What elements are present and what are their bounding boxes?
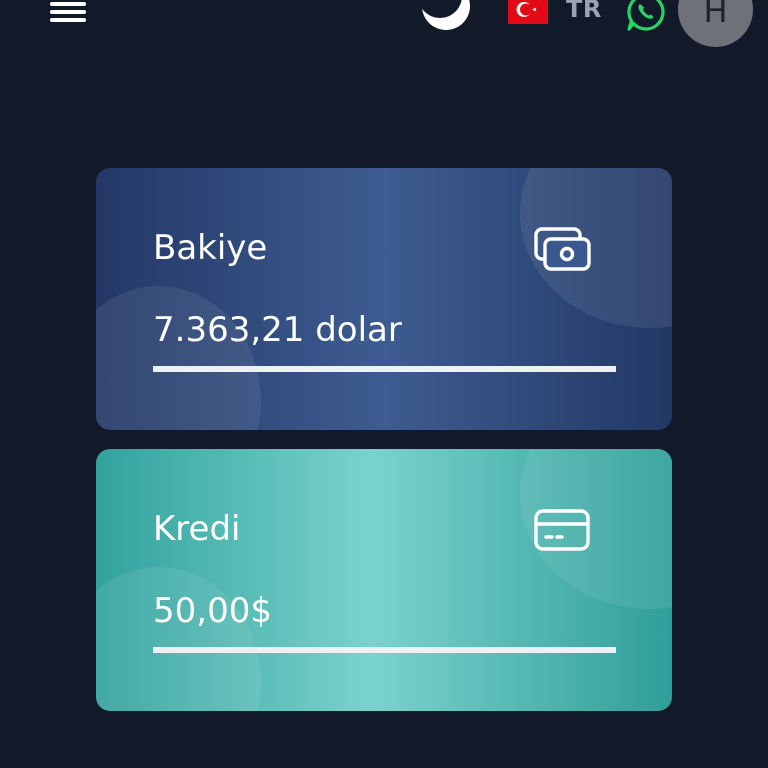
avatar-initial: H (703, 0, 728, 30)
credit-title: Kredi (153, 509, 241, 549)
card-decoration (96, 286, 261, 430)
user-avatar[interactable]: H (678, 0, 753, 47)
theme-toggle-button[interactable] (418, 0, 474, 34)
balance-progress-fill (153, 366, 616, 372)
credit-value: 50,00$ (153, 591, 272, 631)
whatsapp-button[interactable] (624, 0, 668, 34)
language-code: TR (566, 0, 602, 23)
credit-card: Kredi 50,00$ (96, 449, 672, 711)
credit-progress-bar (153, 647, 616, 653)
balance-value: 7.363,21 dolar (153, 310, 402, 350)
dashboard-page: TR H Bakiye 7.363,21 dolar Kredi 50,00$ (0, 0, 768, 768)
hamburger-menu-icon (50, 2, 86, 6)
money-icon (534, 227, 591, 271)
credit-card-icon (534, 509, 590, 551)
whatsapp-icon (627, 0, 665, 31)
balance-card: Bakiye 7.363,21 dolar (96, 168, 672, 430)
menu-button[interactable] (50, 0, 86, 24)
credit-progress-fill (153, 647, 616, 653)
hamburger-line (50, 10, 86, 14)
card-decoration (96, 567, 261, 711)
balance-progress-bar (153, 366, 616, 372)
balance-title: Bakiye (153, 228, 268, 268)
turkey-flag-icon (508, 0, 548, 24)
language-selector[interactable]: TR (508, 0, 602, 24)
hamburger-line (50, 18, 86, 22)
moon-icon (418, 0, 470, 30)
